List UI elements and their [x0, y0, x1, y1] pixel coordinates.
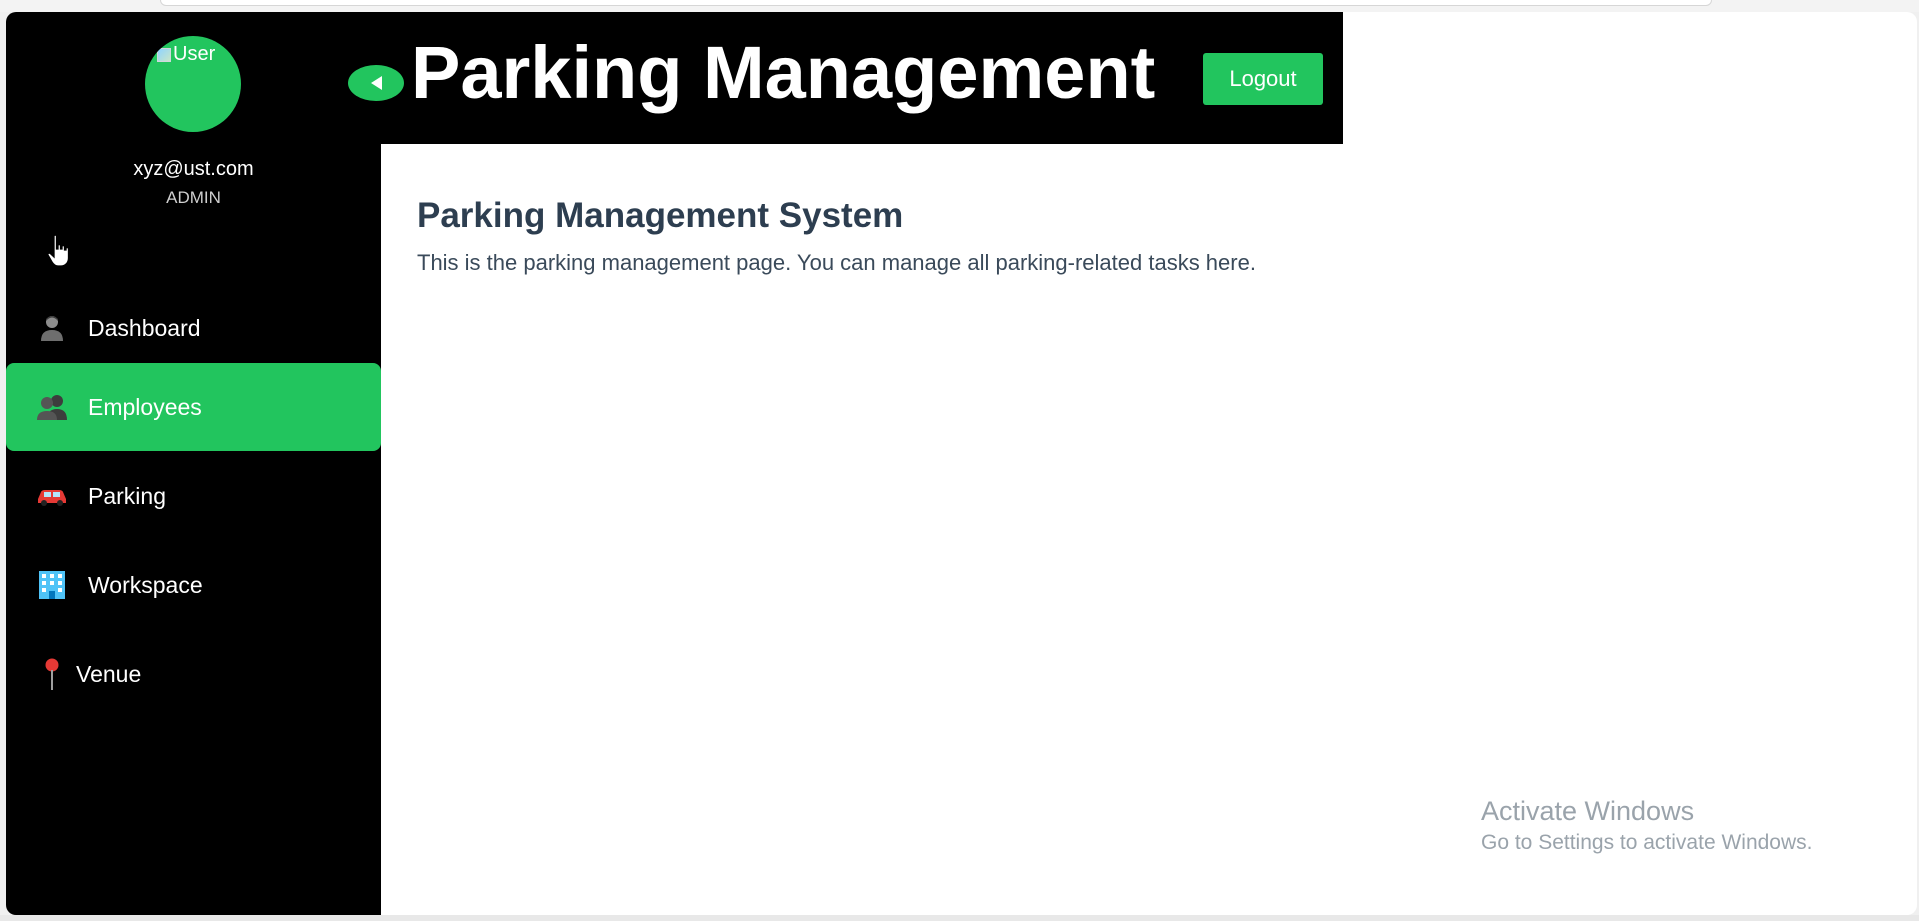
- content-description: This is the parking management page. You…: [417, 250, 1256, 275]
- hand-cursor-icon: [47, 234, 70, 267]
- watermark-subtitle: Go to Settings to activate Windows.: [1481, 831, 1813, 854]
- avatar: User: [145, 36, 241, 132]
- sidebar-item-label: Employees: [88, 393, 202, 420]
- people-icon: [34, 389, 70, 425]
- watermark-title: Activate Windows: [1481, 796, 1695, 826]
- sidebar: User xyz@ust.com ADMIN Dashboard Employe…: [6, 12, 381, 915]
- pin-icon: [34, 656, 70, 692]
- car-icon: [34, 478, 70, 514]
- office-building-icon: [34, 567, 70, 603]
- user-email: xyz@ust.com: [133, 158, 254, 180]
- triangle-left-icon: [371, 76, 382, 90]
- sidebar-item-dashboard[interactable]: Dashboard: [6, 284, 381, 372]
- broken-image-icon: User: [157, 43, 215, 66]
- sidebar-item-employees[interactable]: Employees: [6, 363, 381, 451]
- header-bar: Parking Management Logout: [348, 12, 1343, 144]
- page-title: Parking Management: [411, 31, 1156, 114]
- sidebar-item-label: Parking: [88, 482, 166, 509]
- logout-button[interactable]: Logout: [1203, 53, 1323, 105]
- sidebar-item-label: Dashboard: [88, 314, 201, 341]
- sidebar-item-parking[interactable]: Parking: [6, 452, 381, 540]
- avatar-alt-text: User: [173, 43, 216, 65]
- bottom-strip: [0, 915, 1919, 921]
- sidebar-toggle-button[interactable]: [348, 65, 404, 101]
- sidebar-item-label: Venue: [76, 660, 142, 687]
- browser-top-strip: [0, 0, 1919, 12]
- app-window: User xyz@ust.com ADMIN Dashboard Employe…: [6, 12, 1917, 915]
- content-heading: Parking Management System: [417, 196, 904, 235]
- person-icon: [34, 310, 70, 346]
- user-role: ADMIN: [166, 188, 221, 207]
- sidebar-item-venue[interactable]: Venue: [6, 630, 381, 718]
- image-placeholder-icon: [157, 47, 171, 62]
- sidebar-item-label: Workspace: [88, 571, 203, 598]
- address-bar[interactable]: [160, 0, 1712, 6]
- sidebar-item-workspace[interactable]: Workspace: [6, 541, 381, 629]
- activate-windows-watermark: Activate Windows Go to Settings to activ…: [1481, 796, 1813, 855]
